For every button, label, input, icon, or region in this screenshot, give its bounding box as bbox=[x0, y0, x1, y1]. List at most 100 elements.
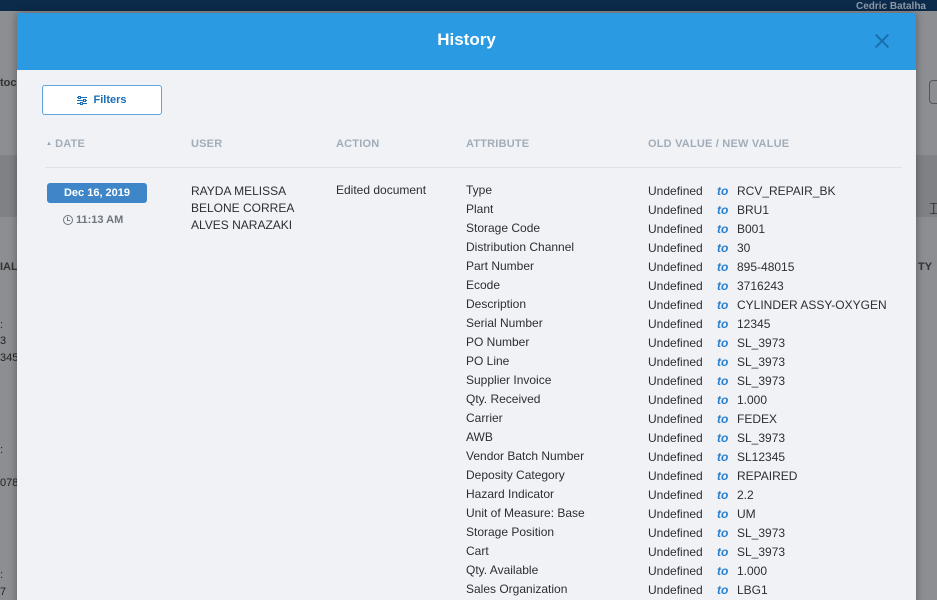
to-label: to bbox=[717, 564, 729, 578]
modal-title: History bbox=[437, 30, 496, 49]
new-value: RCV_REPAIR_BK bbox=[737, 184, 836, 198]
to-label: to bbox=[717, 431, 729, 445]
change-row: Unit of Measure: Base Undefined to UM bbox=[466, 506, 906, 525]
new-value: 1.000 bbox=[737, 564, 768, 578]
old-value: Undefined bbox=[648, 450, 703, 464]
column-header-date[interactable]: ▲ DATE bbox=[46, 138, 85, 150]
attribute-name: Hazard Indicator bbox=[466, 487, 555, 501]
old-value: Undefined bbox=[648, 260, 703, 274]
history-modal: History Filters ▲ DATE USER ACTION ATTRIB… bbox=[17, 13, 916, 600]
change-row: PO Line Undefined to SL_3973 bbox=[466, 354, 906, 373]
new-value: 3716243 bbox=[737, 279, 784, 293]
attribute-name: Plant bbox=[466, 202, 494, 216]
to-label: to bbox=[717, 184, 729, 198]
bg-fragment: : bbox=[0, 569, 4, 581]
attribute-name: Qty. Available bbox=[466, 563, 539, 577]
entry-user: RAYDA MELISSA BELONE CORREA ALVES NARAZA… bbox=[191, 184, 295, 232]
old-value: Undefined bbox=[648, 241, 703, 255]
to-label: to bbox=[717, 412, 729, 426]
new-value: REPAIRED bbox=[737, 469, 798, 483]
to-label: to bbox=[717, 336, 729, 350]
new-value: 12345 bbox=[737, 317, 771, 331]
old-value: Undefined bbox=[648, 393, 703, 407]
attribute-name: Storage Code bbox=[466, 221, 541, 235]
entry-action: Edited document bbox=[336, 183, 427, 197]
bg-side-button bbox=[929, 80, 937, 104]
new-value: SL_3973 bbox=[737, 355, 786, 369]
new-value: 30 bbox=[737, 241, 751, 255]
to-label: to bbox=[717, 241, 729, 255]
attribute-name: Description bbox=[466, 297, 527, 311]
sort-asc-icon: ▲ bbox=[46, 141, 53, 147]
attribute-name: Supplier Invoice bbox=[466, 373, 552, 387]
new-value: SL_3973 bbox=[737, 431, 786, 445]
sliders-icon bbox=[77, 95, 88, 105]
bg-fragment: : bbox=[0, 444, 4, 456]
attribute-name: Part Number bbox=[466, 259, 535, 273]
to-label: to bbox=[717, 507, 729, 521]
change-row: Qty. Received Undefined to 1.000 bbox=[466, 392, 906, 411]
change-row: Plant Undefined to BRU1 bbox=[466, 202, 906, 221]
to-label: to bbox=[717, 469, 729, 483]
change-row: Sales Organization Undefined to LBG1 bbox=[466, 582, 906, 600]
attribute-name: Unit of Measure: Base bbox=[466, 506, 585, 520]
new-value: FEDEX bbox=[737, 412, 778, 426]
bg-fragment: 3 bbox=[0, 335, 7, 347]
to-label: to bbox=[717, 545, 729, 559]
old-value: Undefined bbox=[648, 336, 703, 350]
to-label: to bbox=[717, 526, 729, 540]
old-value: Undefined bbox=[648, 431, 703, 445]
old-value: Undefined bbox=[648, 507, 703, 521]
column-header-action[interactable]: ACTION bbox=[336, 138, 379, 150]
change-row: Storage Code Undefined to B001 bbox=[466, 221, 906, 240]
attribute-name: Qty. Received bbox=[466, 392, 541, 406]
new-value: 895-48015 bbox=[737, 260, 795, 274]
bg-fragment: : bbox=[0, 319, 4, 331]
to-label: to bbox=[717, 222, 729, 236]
new-value: SL_3973 bbox=[737, 374, 786, 388]
close-icon[interactable] bbox=[874, 33, 890, 49]
old-value: Undefined bbox=[648, 583, 703, 597]
bg-fragment: 345 bbox=[0, 352, 19, 364]
old-value: Undefined bbox=[648, 355, 703, 369]
to-label: to bbox=[717, 298, 729, 312]
to-label: to bbox=[717, 317, 729, 331]
column-header-attribute[interactable]: ATTRIBUTE bbox=[466, 138, 529, 150]
old-value: Undefined bbox=[648, 374, 703, 388]
old-value: Undefined bbox=[648, 564, 703, 578]
change-row: Vendor Batch Number Undefined to SL12345 bbox=[466, 449, 906, 468]
old-value: Undefined bbox=[648, 279, 703, 293]
old-value: Undefined bbox=[648, 203, 703, 217]
new-value: LBG1 bbox=[737, 583, 768, 597]
attribute-name: Storage Position bbox=[466, 525, 555, 539]
old-value: Undefined bbox=[648, 526, 703, 540]
change-row: Cart Undefined to SL_3973 bbox=[466, 544, 906, 563]
new-value: SL12345 bbox=[737, 450, 786, 464]
to-label: to bbox=[717, 488, 729, 502]
to-label: to bbox=[717, 203, 729, 217]
change-row: Carrier Undefined to FEDEX bbox=[466, 411, 906, 430]
to-label: to bbox=[717, 279, 729, 293]
new-value: UM bbox=[737, 507, 756, 521]
attribute-name: Type bbox=[466, 183, 493, 197]
new-value: SL_3973 bbox=[737, 526, 786, 540]
change-row: Description Undefined to CYLINDER ASSY-OXYG… bbox=[466, 297, 906, 316]
old-value: Undefined bbox=[648, 412, 703, 426]
new-value: B001 bbox=[737, 222, 766, 236]
column-header-values[interactable]: OLD VALUE / NEW VALUE bbox=[648, 138, 789, 150]
date-badge: Dec 16, 2019 bbox=[47, 183, 147, 203]
attribute-name: Cart bbox=[466, 544, 489, 558]
filters-button[interactable]: Filters bbox=[42, 85, 162, 115]
modal-header: History bbox=[17, 13, 916, 70]
old-value: Undefined bbox=[648, 545, 703, 559]
bg-fragment: TY bbox=[918, 261, 933, 273]
change-row: Storage Position Undefined to SL_3973 bbox=[466, 525, 906, 544]
header-divider bbox=[45, 167, 902, 168]
column-header-user[interactable]: USER bbox=[191, 138, 222, 150]
to-label: to bbox=[717, 260, 729, 274]
change-row: PO Number Undefined to SL_3973 bbox=[466, 335, 906, 354]
attribute-name: Serial Number bbox=[466, 316, 543, 330]
filters-label: Filters bbox=[93, 94, 127, 106]
old-value: Undefined bbox=[648, 488, 703, 502]
new-value: 2.2 bbox=[737, 488, 754, 502]
